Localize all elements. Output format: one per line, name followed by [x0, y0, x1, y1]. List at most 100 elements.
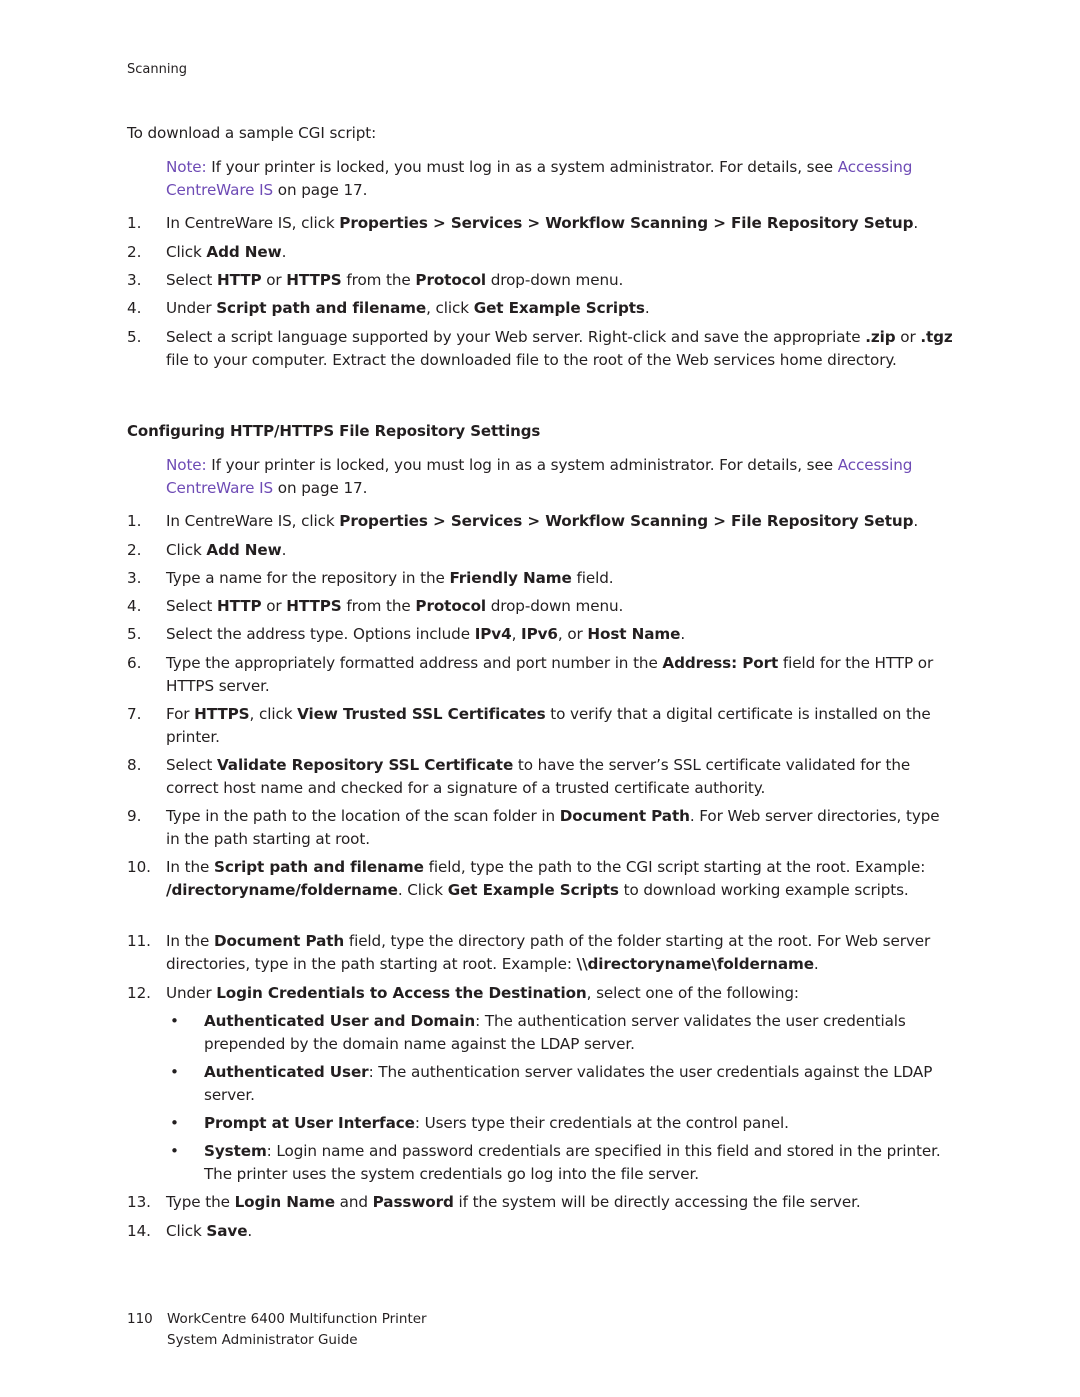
guide-title-line1: WorkCentre 6400 Multifunction Printer: [167, 1311, 427, 1327]
page-number: 110: [127, 1311, 153, 1327]
emphasis-term: Add New: [206, 243, 282, 261]
note-text: If your printer is locked, you must log …: [206, 158, 838, 176]
bullet-text: Authenticated User and Domain: The authe…: [204, 1010, 956, 1056]
text-run: Click: [166, 1222, 207, 1240]
emphasis-term: Protocol: [415, 271, 487, 289]
text-run: .: [281, 243, 287, 261]
text-run: or: [261, 271, 287, 289]
step-number: 3.: [127, 569, 142, 587]
step-number: 6.: [127, 654, 142, 672]
step-number: 4.: [127, 299, 142, 317]
text-run: , click: [249, 705, 298, 723]
emphasis-term: View Trusted SSL Certificates: [297, 705, 546, 723]
note-label: Note:: [166, 158, 207, 176]
step-text: Under Login Credentials to Access the De…: [166, 982, 956, 1005]
text-run: from the: [341, 271, 416, 289]
emphasis-term: Address: Port: [662, 654, 779, 672]
emphasis-term: Properties > Services > Workflow Scannin…: [339, 512, 914, 530]
step-text: In CentreWare IS, click Properties > Ser…: [166, 510, 956, 533]
step-text: Select HTTP or HTTPS from the Protocol d…: [166, 269, 956, 292]
step-number: 2.: [127, 541, 142, 559]
text-run: and: [334, 1193, 373, 1211]
step-number: 10.: [127, 858, 151, 876]
running-header: Scanning: [127, 62, 187, 77]
emphasis-term: Properties > Services > Workflow Scannin…: [339, 214, 914, 232]
emphasis-term: .zip: [865, 328, 896, 346]
text-run: Type a name for the repository in the: [166, 569, 450, 587]
text-run: drop-down menu.: [486, 597, 624, 615]
text-run: In the: [166, 858, 214, 876]
step-text: Click Add New.: [166, 241, 956, 264]
text-run: Under: [166, 984, 217, 1002]
text-run: .: [913, 214, 919, 232]
text-run: , or: [557, 625, 588, 643]
text-run: , click: [426, 299, 474, 317]
step-text: Select a script language supported by yo…: [166, 326, 956, 372]
note-label: Note:: [166, 456, 207, 474]
text-run: file to your computer. Extract the downl…: [166, 351, 897, 369]
text-run: or: [261, 597, 287, 615]
emphasis-term: Authenticated User and Domain: [204, 1012, 476, 1030]
bullet-icon: •: [170, 1114, 179, 1132]
text-run: .: [813, 955, 819, 973]
intro-text: To download a sample CGI script:: [127, 124, 377, 142]
guide-title: WorkCentre 6400 Multifunction Printer Sy…: [167, 1309, 567, 1351]
emphasis-term: Password: [372, 1193, 454, 1211]
text-run: Click: [166, 541, 207, 559]
text-run: .: [281, 541, 287, 559]
step-text: In the Document Path field, type the dir…: [166, 930, 956, 976]
text-run: . Click: [397, 881, 448, 899]
text-run: to download working example scripts.: [618, 881, 909, 899]
text-run: or: [895, 328, 921, 346]
text-run: from the: [341, 597, 416, 615]
bullet-icon: •: [170, 1012, 179, 1030]
emphasis-term: HTTPS: [194, 705, 250, 723]
step-number: 7.: [127, 705, 142, 723]
step-text: Select the address type. Options include…: [166, 623, 956, 646]
emphasis-term: .tgz: [920, 328, 953, 346]
note-suffix: on page 17.: [273, 479, 368, 497]
step-number: 8.: [127, 756, 142, 774]
emphasis-term: Protocol: [415, 597, 487, 615]
text-run: ,: [511, 625, 522, 643]
emphasis-term: /directoryname/foldername: [166, 881, 398, 899]
step-text: Type in the path to the location of the …: [166, 805, 956, 851]
bullet-text: Authenticated User: The authentication s…: [204, 1061, 956, 1107]
text-run: .: [247, 1222, 253, 1240]
step-number: 13.: [127, 1193, 151, 1211]
emphasis-term: IPv6: [521, 625, 558, 643]
emphasis-term: HTTP: [216, 271, 262, 289]
step-number: 2.: [127, 243, 142, 261]
text-run: Select: [166, 271, 217, 289]
guide-title-line2: System Administrator Guide: [167, 1332, 358, 1348]
bullet-icon: •: [170, 1063, 179, 1081]
emphasis-term: Document Path: [559, 807, 690, 825]
text-run: drop-down menu.: [486, 271, 624, 289]
text-run: .: [644, 299, 650, 317]
text-run: Select: [166, 597, 217, 615]
text-run: Select: [166, 756, 217, 774]
step-number: 4.: [127, 597, 142, 615]
document-page: Scanning To download a sample CGI script…: [0, 0, 1080, 1397]
text-run: field.: [571, 569, 614, 587]
step-number: 11.: [127, 932, 151, 950]
text-run: Type the appropriately formatted address…: [166, 654, 663, 672]
text-run: : Login name and password credentials ar…: [204, 1142, 941, 1183]
text-run: , select one of the following:: [586, 984, 799, 1002]
emphasis-term: Login Name: [234, 1193, 335, 1211]
emphasis-term: \\directoryname\foldername: [576, 955, 814, 973]
text-run: Click: [166, 243, 207, 261]
step-text: In the Script path and filename field, t…: [166, 856, 956, 902]
emphasis-term: Save: [206, 1222, 248, 1240]
section-heading: Configuring HTTP/HTTPS File Repository S…: [127, 422, 541, 440]
emphasis-term: Document Path: [214, 932, 345, 950]
text-run: Select the address type. Options include: [166, 625, 475, 643]
emphasis-term: Script path and filename: [216, 299, 427, 317]
emphasis-term: Get Example Scripts: [447, 881, 619, 899]
emphasis-term: Validate Repository SSL Certificate: [216, 756, 514, 774]
text-run: Select a script language supported by yo…: [166, 328, 866, 346]
note-1: Note: If your printer is locked, you mus…: [166, 156, 966, 202]
emphasis-term: Friendly Name: [449, 569, 572, 587]
step-text: Under Script path and filename, click Ge…: [166, 297, 956, 320]
emphasis-term: Host Name: [587, 625, 681, 643]
